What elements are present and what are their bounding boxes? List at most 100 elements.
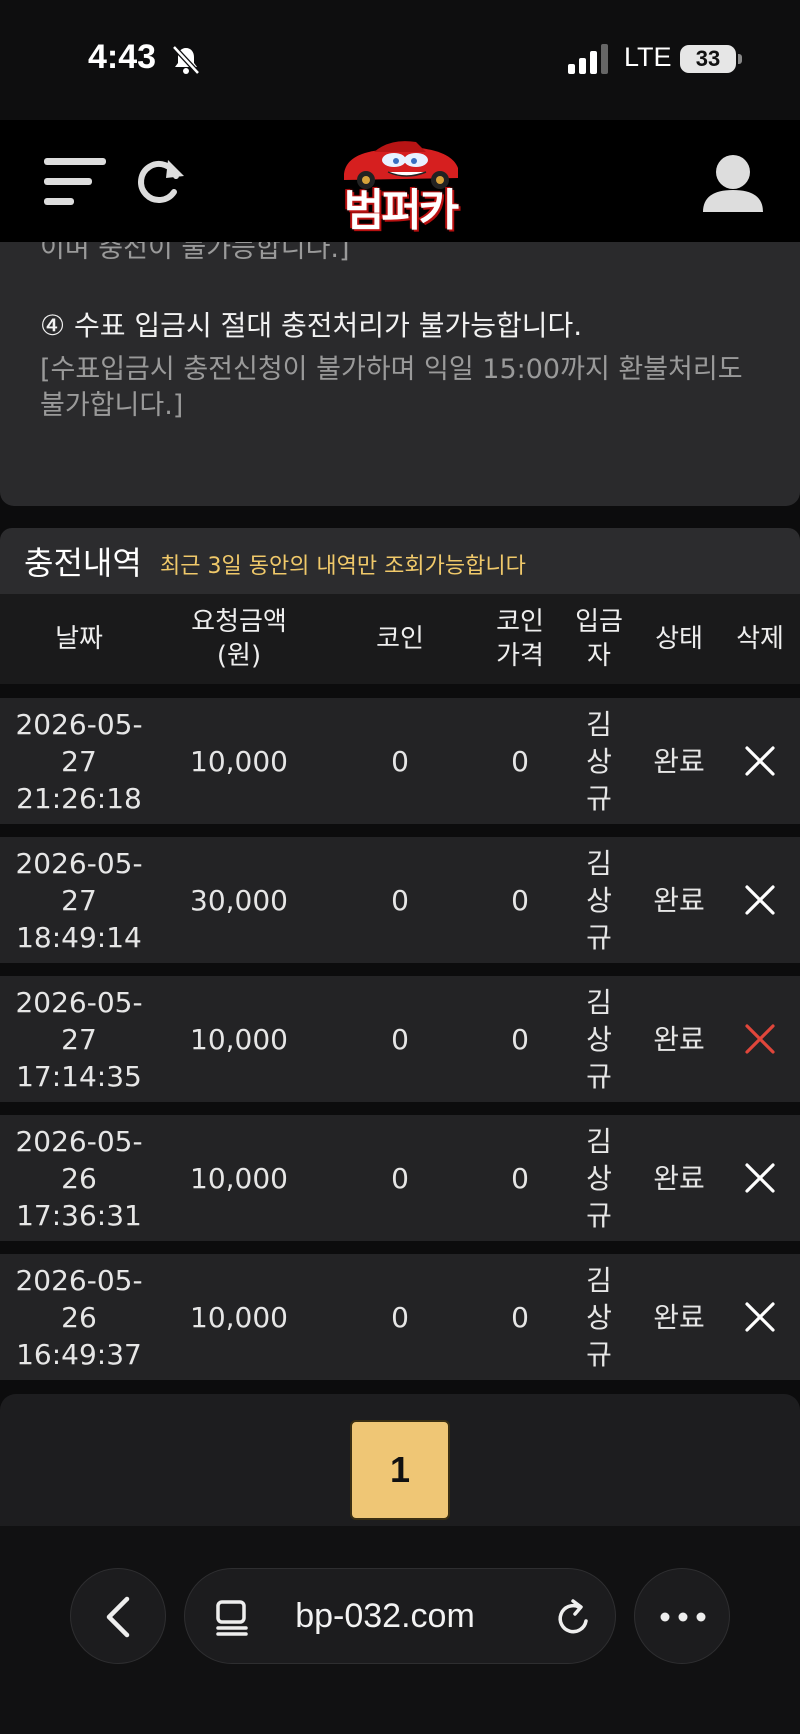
back-button[interactable]: [70, 1568, 166, 1664]
column-header-label: 삭제: [736, 624, 784, 654]
cell-status-text: 완료: [653, 1022, 705, 1056]
table-row: 2026-05- 26 16:49:37 10,000 0 0 김상 규 완료: [0, 1254, 800, 1380]
page-button-current[interactable]: 1: [350, 1420, 450, 1520]
cell-coin-price-text: 0: [511, 744, 529, 778]
column-header-amount: 요청금액 (원): [158, 594, 320, 684]
cell-depositor-text: 김상 규: [586, 846, 612, 954]
cell-amount: 30,000: [158, 837, 320, 963]
more-button[interactable]: [634, 1568, 730, 1664]
cell-date: 2026-05- 27 21:26:18: [0, 698, 158, 824]
notice-item-title: ④ 수표 입금시 절대 충전처리가 불가능합니다.: [40, 309, 583, 342]
reload-icon[interactable]: [555, 1597, 593, 1637]
cell-status-text: 완료: [653, 1300, 705, 1334]
menu-icon[interactable]: [44, 156, 106, 210]
cell-status-text: 완료: [653, 883, 705, 917]
cell-amount-text: 10,000: [190, 1022, 288, 1056]
battery-tip: [738, 54, 742, 64]
address-bar[interactable]: bp-032.com: [184, 1568, 616, 1664]
cell-depositor: 김상 규: [560, 698, 638, 824]
cell-date-text: 2026-05- 26 16:49:37: [15, 1263, 143, 1371]
cell-coin-price-text: 0: [511, 1161, 529, 1195]
cell-status: 완료: [638, 698, 720, 824]
cell-coin-text: 0: [391, 744, 409, 778]
delete-button[interactable]: [720, 1254, 800, 1380]
delete-button[interactable]: [720, 1115, 800, 1241]
bell-muted-icon: [172, 45, 200, 75]
close-icon: [745, 746, 775, 776]
cell-coin-price: 0: [480, 1115, 560, 1241]
notice-panel: 이며 충전이 불가능합니다.] ④ 수표 입금시 절대 충전처리가 불가능합니다…: [0, 242, 800, 506]
url-text: bp-032.com: [295, 1597, 475, 1635]
cell-date: 2026-05- 26 16:49:37: [0, 1254, 158, 1380]
cell-depositor: 김상 규: [560, 837, 638, 963]
table-header: 날짜 요청금액 (원) 코인 코인 가격 입금 자 상태 삭제: [0, 594, 800, 684]
cell-status-text: 완료: [653, 1161, 705, 1195]
column-header-date: 날짜: [0, 594, 158, 684]
column-header-label: 코인: [376, 624, 424, 654]
cell-amount: 10,000: [158, 1254, 320, 1380]
column-header-label: 상태: [655, 624, 703, 654]
logo[interactable]: 범퍼카: [330, 134, 470, 236]
cell-coin: 0: [320, 1115, 480, 1241]
tabs-icon[interactable]: [215, 1599, 249, 1637]
table-row: 2026-05- 27 17:14:35 10,000 0 0 김상 규 완료: [0, 976, 800, 1102]
battery-icon: 33: [680, 45, 736, 73]
cell-date: 2026-05- 26 17:36:31: [0, 1115, 158, 1241]
delete-button[interactable]: [720, 837, 800, 963]
table-row: 2026-05- 27 18:49:14 30,000 0 0 김상 규 완료: [0, 837, 800, 963]
column-header-coin-price: 코인 가격: [480, 594, 560, 684]
status-bar: 4:43 LTE 33: [0, 0, 800, 120]
browser-toolbar: bp-032.com: [0, 1526, 800, 1734]
network-label: LTE: [624, 42, 672, 72]
delete-button[interactable]: [720, 976, 800, 1102]
more-icon: [660, 1612, 706, 1622]
cell-coin-price-text: 0: [511, 1022, 529, 1056]
pagination: 1: [0, 1394, 800, 1526]
cell-coin-text: 0: [391, 1022, 409, 1056]
column-header-coin: 코인: [320, 594, 480, 684]
table-row: 2026-05- 26 17:36:31 10,000 0 0 김상 규 완료: [0, 1115, 800, 1241]
notice-previous-desc: 이며 충전이 불가능합니다.]: [40, 242, 350, 264]
user-icon[interactable]: [700, 152, 766, 214]
cell-date-text: 2026-05- 27 21:26:18: [15, 707, 143, 815]
cell-depositor-text: 김상 규: [586, 707, 612, 815]
column-header-label: 입금 자: [575, 607, 623, 671]
history-header: 충전내역 최근 3일 동안의 내역만 조회가능합니다: [0, 528, 800, 594]
cell-amount-text: 10,000: [190, 744, 288, 778]
delete-button[interactable]: [720, 698, 800, 824]
history-note: 최근 3일 동안의 내역만 조회가능합니다: [160, 554, 526, 579]
cell-status: 완료: [638, 837, 720, 963]
cell-coin-text: 0: [391, 883, 409, 917]
status-time: 4:43: [88, 38, 157, 76]
app-header: 범퍼카: [0, 120, 800, 242]
cell-date: 2026-05- 27 17:14:35: [0, 976, 158, 1102]
back-icon: [106, 1596, 130, 1638]
cell-depositor-text: 김상 규: [586, 985, 612, 1093]
cell-coin-price-text: 0: [511, 883, 529, 917]
cell-coin: 0: [320, 1254, 480, 1380]
cell-date: 2026-05- 27 18:49:14: [0, 837, 158, 963]
signal-icon: [568, 44, 608, 74]
close-icon: [745, 885, 775, 915]
cell-date-text: 2026-05- 27 17:14:35: [15, 985, 143, 1093]
cell-coin-price-text: 0: [511, 1300, 529, 1334]
close-icon: [745, 1163, 775, 1193]
cell-amount-text: 10,000: [190, 1300, 288, 1334]
cell-depositor: 김상 규: [560, 976, 638, 1102]
column-header-delete: 삭제: [720, 594, 800, 684]
notice-item-desc: [수표입금시 충전신청이 불가하며 익일 15:00까지 환불처리도 불가합니다…: [40, 354, 743, 421]
cell-coin: 0: [320, 698, 480, 824]
cell-coin-price: 0: [480, 837, 560, 963]
cell-status: 완료: [638, 976, 720, 1102]
logo-text: 범퍼카: [343, 185, 459, 236]
close-icon: [745, 1024, 775, 1054]
cell-depositor-text: 김상 규: [586, 1263, 612, 1371]
column-header-label: 요청금액 (원): [191, 607, 287, 671]
refresh-icon[interactable]: [134, 154, 186, 208]
cell-coin-price: 0: [480, 976, 560, 1102]
cell-amount-text: 30,000: [190, 883, 288, 917]
cell-depositor: 김상 규: [560, 1254, 638, 1380]
cell-status: 완료: [638, 1115, 720, 1241]
column-header-status: 상태: [638, 594, 720, 684]
history-title: 충전내역: [24, 544, 142, 582]
